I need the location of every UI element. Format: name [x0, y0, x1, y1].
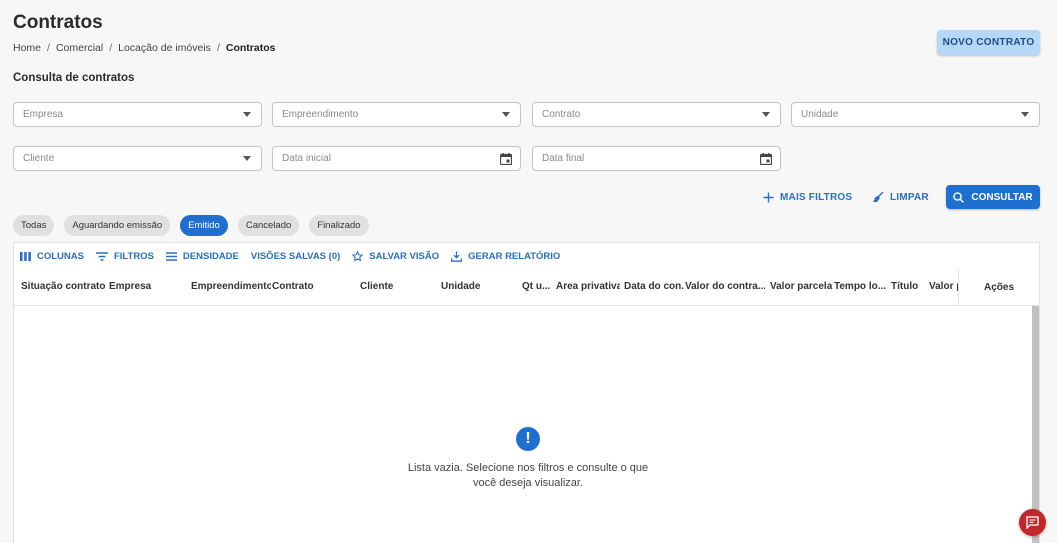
chip-todas[interactable]: Todas: [13, 215, 55, 236]
col-cliente[interactable]: Cliente: [360, 281, 420, 292]
col-empreendimento[interactable]: Empreendimento: [191, 281, 271, 292]
plus-icon: [763, 192, 774, 202]
contrato-placeholder: Contrato: [542, 109, 581, 120]
chip-emitido[interactable]: Emitido: [180, 215, 228, 236]
search-icon: [953, 191, 965, 203]
filters-label: FILTROS: [113, 251, 154, 262]
density-button[interactable]: DENSIDADE: [165, 251, 239, 262]
col-data-contrato[interactable]: Data do con...: [624, 281, 684, 292]
breadcrumb-current: Contratos: [225, 42, 276, 54]
col-valor-contrato[interactable]: Valor do contra...: [685, 281, 765, 292]
generate-report-button[interactable]: GERAR RELATÓRIO: [451, 251, 560, 262]
empty-message-line-2: você deseja visualizar.: [472, 477, 584, 489]
filter-icon: [95, 252, 108, 261]
contracts-grid: COLUNAS FILTROS DENSIDADE VISÕES SALVAS …: [13, 242, 1040, 543]
empresa-select[interactable]: Empresa: [13, 102, 262, 127]
chip-finalizado[interactable]: Finalizado: [309, 215, 369, 236]
chevron-down-icon: [243, 156, 251, 161]
calendar-icon[interactable]: [760, 152, 772, 165]
clear-label: LIMPAR: [890, 191, 929, 203]
consult-label: CONSULTAR: [971, 191, 1033, 203]
chevron-down-icon: [762, 112, 770, 117]
empty-message: Lista vazia. Selecione nos filtros e con…: [386, 461, 670, 491]
col-contrato[interactable]: Contrato: [272, 281, 342, 292]
density-label: DENSIDADE: [182, 251, 239, 262]
breadcrumb-comercial[interactable]: Comercial: [56, 42, 103, 54]
save-view-button[interactable]: SALVAR VISÃO: [352, 251, 439, 262]
col-situacao-contrato[interactable]: Situação contrato: [21, 281, 109, 292]
grid-scrollbar[interactable]: [1032, 306, 1039, 543]
new-contract-button[interactable]: NOVO CONTRATO: [937, 30, 1040, 55]
empreendimento-select[interactable]: Empreendimento: [272, 102, 521, 127]
chat-button[interactable]: [1019, 509, 1046, 536]
columns-icon: [20, 252, 31, 261]
col-titulo[interactable]: Título: [891, 281, 927, 292]
col-area-privativa[interactable]: Área privativa: [556, 281, 620, 292]
chevron-down-icon: [1021, 112, 1029, 117]
unidade-select[interactable]: Unidade: [791, 102, 1040, 127]
star-icon: [352, 251, 364, 262]
download-icon: [451, 251, 463, 262]
status-chips: Todas Aguardando emissão Emitido Cancela…: [13, 215, 369, 236]
density-icon: [165, 252, 177, 261]
contrato-select[interactable]: Contrato: [532, 102, 781, 127]
col-valor-parcela[interactable]: Valor parcela: [770, 281, 834, 292]
info-icon: !: [516, 427, 540, 451]
empresa-placeholder: Empresa: [23, 109, 64, 120]
col-empresa[interactable]: Empresa: [109, 281, 179, 292]
more-filters-button[interactable]: MAIS FILTROS: [763, 185, 852, 209]
saved-views-label: VISÕES SALVAS (0): [250, 251, 341, 262]
col-tempo-locacao[interactable]: Tempo lo...: [834, 281, 888, 292]
broom-icon: [873, 191, 884, 202]
chat-icon: [1026, 516, 1039, 529]
chip-cancelado[interactable]: Cancelado: [237, 215, 300, 236]
empty-message-line-1: Lista vazia. Selecione nos filtros e con…: [407, 462, 649, 474]
cliente-placeholder: Cliente: [23, 153, 55, 164]
actions-header-label: Ações: [983, 282, 1014, 293]
page-title: Contratos: [13, 12, 103, 33]
grid-toolbar: COLUNAS FILTROS DENSIDADE VISÕES SALVAS …: [20, 251, 560, 262]
col-unidade[interactable]: Unidade: [441, 281, 501, 292]
breadcrumb-locacao[interactable]: Locação de imóveis: [118, 42, 211, 54]
columns-label: COLUNAS: [37, 251, 84, 262]
data-final-placeholder: Data final: [542, 153, 585, 164]
empreendimento-placeholder: Empreendimento: [282, 109, 359, 120]
columns-button[interactable]: COLUNAS: [20, 251, 84, 262]
saved-views-button[interactable]: VISÕES SALVAS (0): [251, 251, 340, 262]
save-view-label: SALVAR VISÃO: [369, 251, 440, 262]
data-final-field[interactable]: Data final: [532, 146, 781, 171]
search-section-title: Consulta de contratos: [13, 72, 135, 84]
consult-button[interactable]: CONSULTAR: [946, 185, 1040, 209]
col-valor-pago[interactable]: Valor p: [929, 281, 958, 292]
filters-button[interactable]: FILTROS: [95, 251, 154, 262]
data-inicial-placeholder: Data inicial: [282, 153, 331, 164]
grid-header-row: Situação contrato Empresa Empreendimento…: [14, 269, 1039, 306]
unidade-placeholder: Unidade: [801, 109, 839, 120]
cliente-select[interactable]: Cliente: [13, 146, 262, 171]
clear-button[interactable]: LIMPAR: [872, 185, 929, 209]
col-qt-unidades[interactable]: Qt u...: [522, 281, 550, 292]
more-filters-label: MAIS FILTROS: [780, 191, 853, 203]
col-acoes: Ações: [958, 269, 1039, 306]
breadcrumb: Home / Comercial / Locação de imóveis / Contra…: [13, 42, 276, 54]
chip-aguardando-emissao[interactable]: Aguardando emissão: [64, 215, 171, 236]
generate-report-label: GERAR RELATÓRIO: [468, 251, 561, 262]
calendar-icon[interactable]: [500, 152, 512, 165]
chevron-down-icon: [243, 112, 251, 117]
data-inicial-field[interactable]: Data inicial: [272, 146, 521, 171]
chevron-down-icon: [502, 112, 510, 117]
breadcrumb-home[interactable]: Home: [13, 42, 41, 54]
